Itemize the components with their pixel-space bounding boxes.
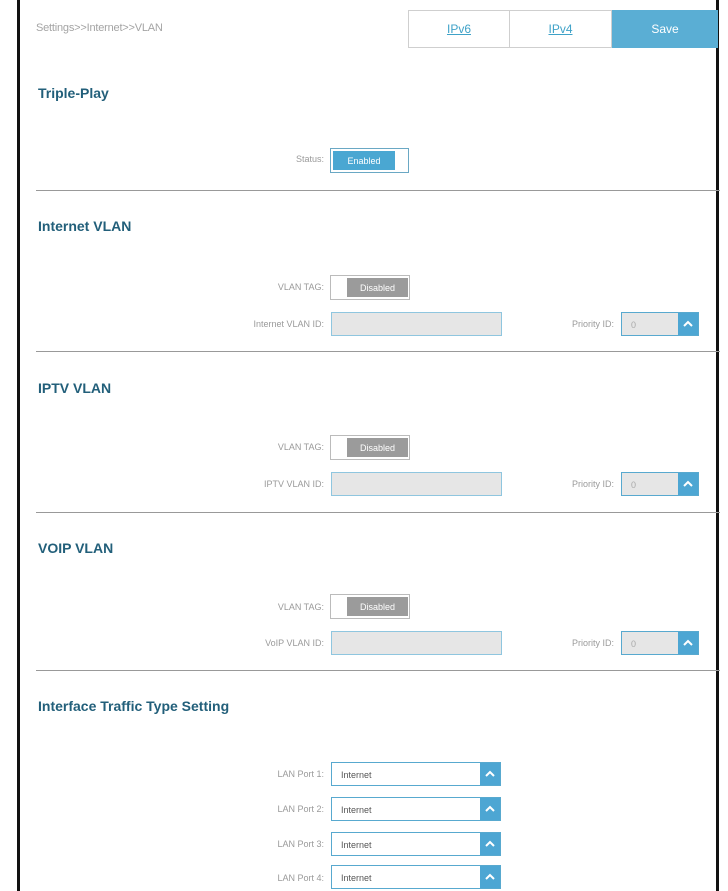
chevron-up-icon[interactable]: [480, 798, 500, 820]
toggle-knob: [333, 438, 345, 457]
interface-traffic-title: Interface Traffic Type Setting: [38, 698, 230, 714]
internet-vlan-id-label: Internet VLAN ID:: [253, 319, 324, 329]
iptv-vlan-tag-value: Disabled: [347, 438, 408, 457]
voip-vlan-tag-toggle[interactable]: Disabled: [330, 594, 410, 619]
lan-port-2-value: Internet: [341, 805, 372, 815]
iptv-priority-label: Priority ID:: [571, 479, 614, 489]
lan-port-3-label: LAN Port 3:: [277, 839, 324, 849]
lan-port-3-select[interactable]: Internet: [331, 832, 501, 856]
internet-priority-select[interactable]: 0: [621, 312, 699, 336]
toggle-knob: [333, 597, 345, 616]
section-divider: [36, 670, 720, 671]
lan-port-4-label: LAN Port 4:: [277, 873, 324, 883]
toggle-knob: [396, 151, 406, 170]
status-label: Status:: [295, 154, 324, 164]
lan-port-2-label: LAN Port 2:: [277, 804, 324, 814]
chevron-up-icon[interactable]: [678, 632, 698, 654]
save-button[interactable]: Save: [612, 10, 718, 48]
lan-port-4-value: Internet: [341, 873, 372, 883]
voip-vlan-tag-value: Disabled: [347, 597, 408, 616]
chevron-up-icon[interactable]: [480, 866, 500, 888]
iptv-priority-select[interactable]: 0: [621, 472, 699, 496]
status-toggle-value: Enabled: [333, 151, 395, 170]
chevron-up-icon[interactable]: [678, 313, 698, 335]
toggle-knob: [333, 278, 345, 297]
chevron-up-icon[interactable]: [678, 473, 698, 495]
breadcrumb: Settings>>Internet>>VLAN: [36, 22, 163, 34]
chevron-up-icon[interactable]: [480, 763, 500, 785]
triple-play-title: Triple-Play: [38, 85, 109, 101]
lan-port-1-label: LAN Port 1:: [277, 769, 324, 779]
section-divider: [36, 190, 720, 191]
voip-priority-value: 0: [631, 639, 637, 649]
ipv6-button[interactable]: IPv6: [408, 10, 510, 48]
internet-priority-value: 0: [631, 320, 637, 330]
chevron-up-icon[interactable]: [480, 833, 500, 855]
status-toggle[interactable]: Enabled: [330, 148, 409, 173]
voip-priority-select[interactable]: 0: [621, 631, 699, 655]
iptv-vlan-tag-label: VLAN TAG:: [277, 442, 324, 452]
voip-vlan-id-label: VoIP VLAN ID:: [265, 638, 324, 648]
internet-vlan-tag-label: VLAN TAG:: [277, 282, 324, 292]
voip-priority-label: Priority ID:: [571, 638, 614, 648]
section-divider: [36, 512, 720, 513]
voip-vlan-tag-label: VLAN TAG:: [277, 602, 324, 612]
section-divider: [36, 351, 720, 352]
iptv-vlan-title: IPTV VLAN: [38, 380, 112, 396]
iptv-vlan-id-label: IPTV VLAN ID:: [263, 479, 324, 489]
internet-vlan-tag-toggle[interactable]: Disabled: [330, 275, 410, 300]
iptv-vlan-tag-toggle[interactable]: Disabled: [330, 435, 410, 460]
iptv-priority-value: 0: [631, 480, 637, 490]
internet-vlan-title: Internet VLAN: [38, 218, 132, 234]
lan-port-4-select[interactable]: Internet: [331, 865, 501, 889]
lan-port-1-select[interactable]: Internet: [331, 762, 501, 786]
lan-port-3-value: Internet: [341, 840, 372, 850]
lan-port-1-value: Internet: [341, 770, 372, 780]
ipv4-button[interactable]: IPv4: [509, 10, 612, 48]
lan-port-2-select[interactable]: Internet: [331, 797, 501, 821]
internet-vlan-tag-value: Disabled: [347, 278, 408, 297]
internet-priority-label: Priority ID:: [571, 319, 614, 329]
voip-vlan-title: VOIP VLAN: [38, 540, 114, 556]
